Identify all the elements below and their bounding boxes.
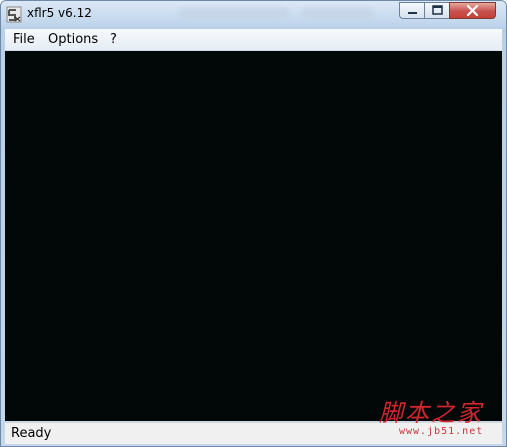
window-title: xflr5 v6.12 [27, 6, 92, 20]
blurred-title-info [179, 8, 289, 20]
maximize-icon [432, 5, 443, 15]
menu-options[interactable]: Options [48, 32, 98, 47]
minimize-button[interactable] [399, 2, 425, 19]
menu-help[interactable]: ? [110, 32, 117, 47]
title-bar[interactable]: xflr5 v6.12 [1, 1, 506, 28]
status-text: Ready [11, 426, 52, 441]
close-icon [466, 4, 479, 17]
watermark-url: www.jb51.net [399, 426, 484, 437]
close-button[interactable] [449, 2, 496, 19]
application-window: xflr5 v6.12 File Options ? Ready 脚本之家 ww… [0, 0, 507, 447]
blurred-title-extra [301, 8, 373, 20]
menu-bar: File Options ? [5, 29, 502, 51]
xflr5-app-icon [6, 6, 22, 23]
graphics-canvas[interactable] [5, 51, 502, 421]
maximize-button[interactable] [424, 2, 450, 19]
menu-file[interactable]: File [13, 32, 35, 47]
watermark-title: 脚本之家 [379, 399, 483, 427]
minimize-icon [408, 12, 417, 14]
